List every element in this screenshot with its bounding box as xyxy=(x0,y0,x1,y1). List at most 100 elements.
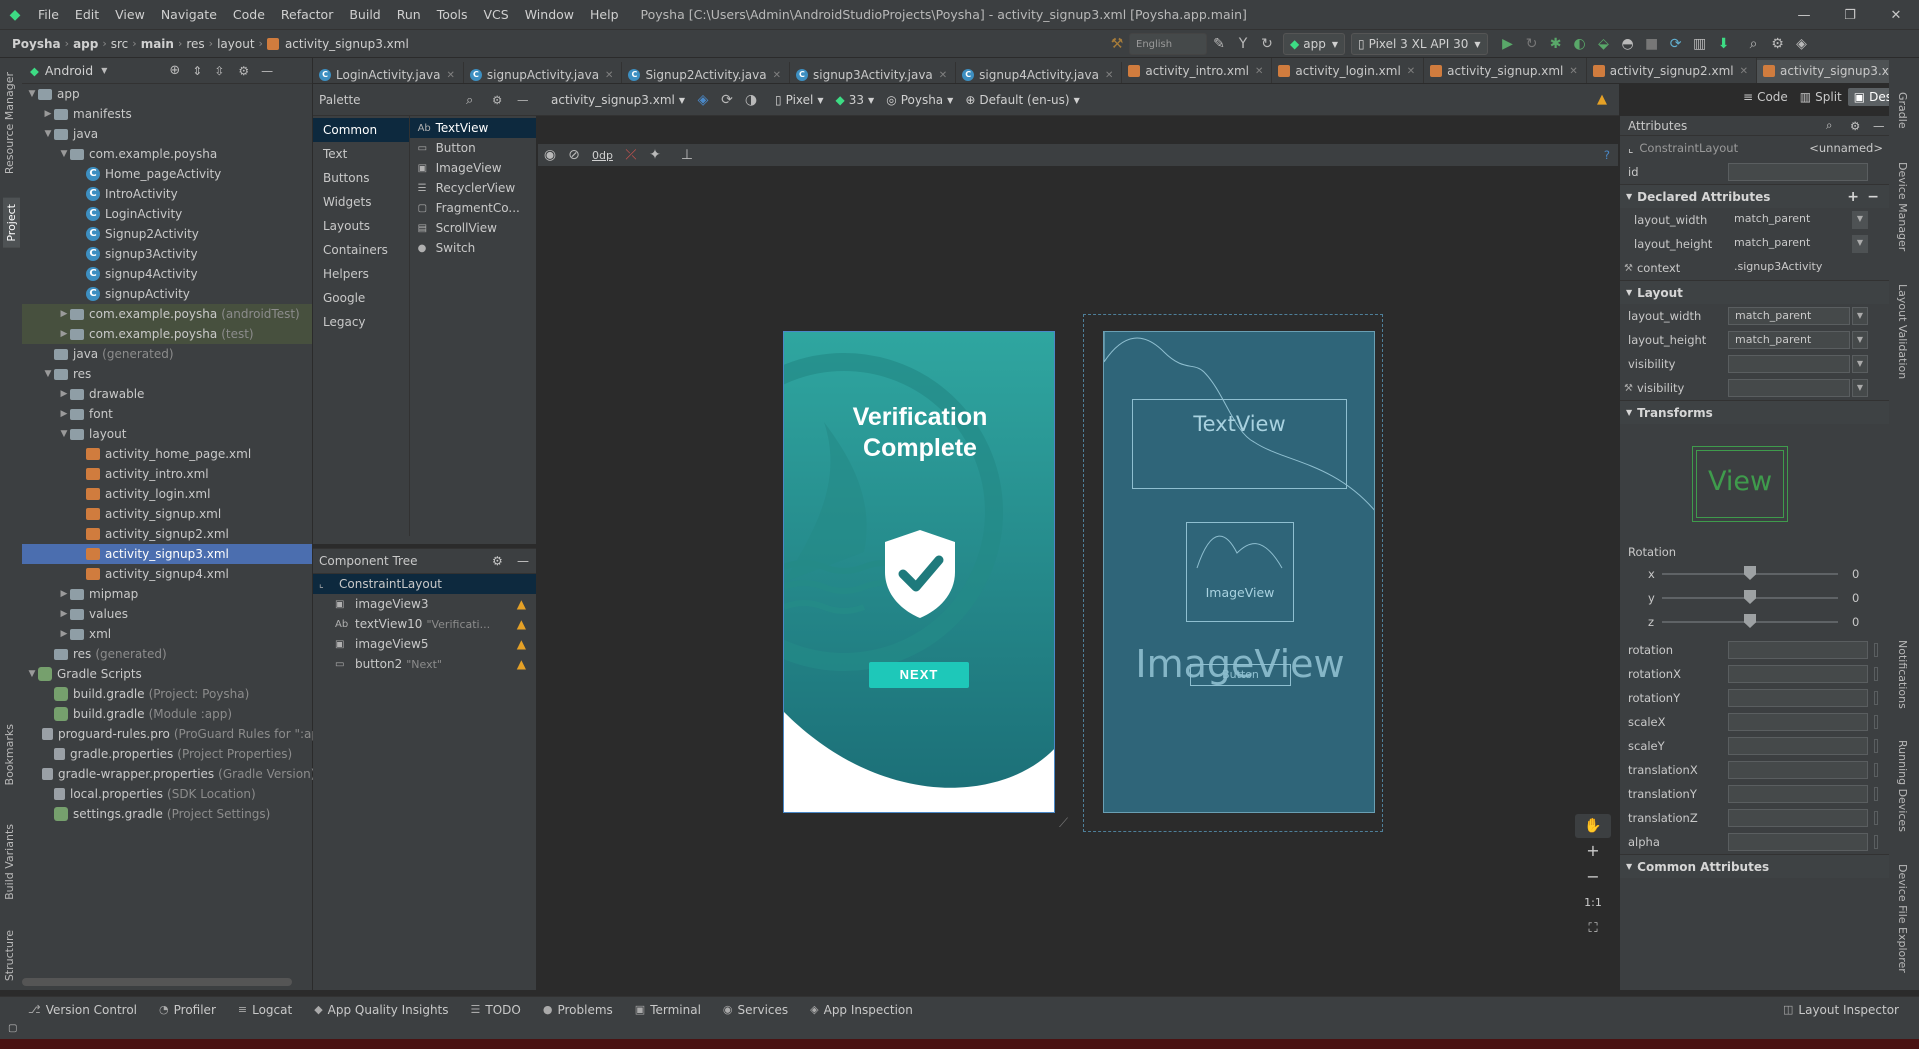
hide-icon[interactable]: — xyxy=(517,554,529,568)
project-tree-item[interactable]: activity_home_page.xml xyxy=(22,444,312,464)
bottom-tool-services[interactable]: ◉ Services xyxy=(723,1003,788,1017)
declared-attributes-section[interactable]: ▼ Declared Attributes + − xyxy=(1620,184,1889,208)
blueprint-imageview-small[interactable]: ImageView xyxy=(1186,522,1294,622)
breadcrumb-item[interactable]: app xyxy=(69,37,102,51)
bottom-tool-profiler[interactable]: ◔ Profiler xyxy=(159,1003,216,1017)
chevron-right-icon[interactable]: ▶ xyxy=(58,409,70,419)
hide-icon[interactable]: — xyxy=(517,93,529,107)
api-selector[interactable]: ◆ 33 ▼ xyxy=(830,89,881,111)
property-value-field[interactable] xyxy=(1728,761,1868,779)
project-tree-item[interactable]: Csignup3Activity xyxy=(22,244,312,264)
pan-hand-icon[interactable]: ✋ xyxy=(1575,814,1611,838)
language-selector[interactable]: English xyxy=(1129,33,1207,55)
blueprint-textview[interactable]: TextView xyxy=(1132,399,1347,489)
component-tree-item[interactable]: ▭ button2 "Next" ▲ xyxy=(313,654,536,674)
close-icon[interactable]: ✕ xyxy=(939,70,947,81)
chevron-down-icon[interactable]: ▼ xyxy=(101,66,107,75)
editor-tab[interactable]: Csignup4Activity.java ✕ xyxy=(956,62,1123,83)
palette-item[interactable]: ● Switch xyxy=(410,238,536,258)
menu-tools[interactable]: Tools xyxy=(429,7,476,22)
run-config-selector[interactable]: ◆ app ▼ xyxy=(1283,33,1345,55)
property-value-field[interactable] xyxy=(1728,833,1868,851)
gear-icon[interactable]: ⚙ xyxy=(238,64,249,78)
search-icon[interactable]: ⌕ xyxy=(1826,118,1832,133)
project-tree-item[interactable]: ▶ mipmap xyxy=(22,584,312,604)
chevron-down-icon[interactable]: ▼ xyxy=(42,369,54,379)
breadcrumb-item[interactable]: main xyxy=(137,37,178,51)
theme-selector[interactable]: ◎ Poysha ▼ xyxy=(880,89,959,111)
zoom-actual-button[interactable]: 1:1 xyxy=(1575,890,1611,916)
default-margin-field[interactable]: 0dp xyxy=(586,146,619,164)
project-tree-item[interactable]: ▼ res xyxy=(22,364,312,384)
resize-handle[interactable]: ⟋ xyxy=(1059,816,1068,831)
editor-tab[interactable]: activity_intro.xml ✕ xyxy=(1122,58,1273,83)
warning-icon[interactable]: ▲ xyxy=(517,617,526,631)
close-icon[interactable]: ✕ xyxy=(447,70,455,81)
close-icon[interactable]: ✕ xyxy=(1740,66,1748,77)
breadcrumb-item[interactable]: src xyxy=(107,37,133,51)
search-icon[interactable]: ⌕ xyxy=(466,93,473,108)
project-tab[interactable]: Project xyxy=(3,198,20,248)
palette-category[interactable]: Containers xyxy=(313,238,409,262)
slider-thumb[interactable] xyxy=(1744,566,1756,580)
zoom-out-button[interactable]: − xyxy=(1575,864,1611,890)
id-field[interactable] xyxy=(1728,163,1868,181)
chevron-down-icon[interactable]: ▼ xyxy=(1852,331,1868,349)
editor-tab[interactable]: activity_signup2.xml ✕ xyxy=(1587,58,1757,83)
property-value-field[interactable] xyxy=(1728,785,1868,803)
chevron-down-icon[interactable]: ▼ xyxy=(1852,307,1868,325)
device-manager-icon[interactable]: ▥ xyxy=(1688,33,1712,55)
close-icon[interactable]: ✕ xyxy=(605,70,613,81)
breadcrumb-item[interactable]: Poysha xyxy=(8,37,65,51)
palette-item[interactable]: ☰ RecyclerView xyxy=(410,178,536,198)
palette-item[interactable]: ▤ ScrollView xyxy=(410,218,536,238)
editor-tab[interactable]: C LoginActivity.java ✕ xyxy=(313,62,464,83)
layout-section[interactable]: ▼ Layout xyxy=(1620,280,1889,304)
chevron-right-icon[interactable]: ▶ xyxy=(58,629,70,639)
blueprint-view[interactable]: TextView ImageView ImageView Button xyxy=(1103,331,1375,813)
code-mode-button[interactable]: ≡ Code xyxy=(1737,90,1794,104)
property-link-icon[interactable] xyxy=(1874,787,1878,801)
update-icon[interactable]: ◈ xyxy=(1790,33,1814,55)
close-icon[interactable]: ✕ xyxy=(1255,66,1263,77)
project-tree-item[interactable]: CsignupActivity xyxy=(22,284,312,304)
gear-icon[interactable]: ⚙ xyxy=(492,93,502,107)
warning-icon[interactable]: ▲ xyxy=(517,637,526,651)
project-tree-item[interactable]: ▶ com.example.poysha (test) xyxy=(22,324,312,344)
chevron-down-icon[interactable]: ▼ xyxy=(26,89,38,99)
attribute-value-field[interactable] xyxy=(1728,355,1850,373)
layout-validation-tab[interactable]: Layout Validation xyxy=(1896,278,1909,385)
breadcrumb-item[interactable]: activity_signup3.xml xyxy=(281,37,413,51)
y-glyph-icon[interactable]: Y xyxy=(1231,33,1255,55)
project-tree-item[interactable]: ▼ layout xyxy=(22,424,312,444)
warning-icon[interactable]: ▲ xyxy=(517,657,526,671)
menu-run[interactable]: Run xyxy=(389,7,429,22)
refresh-icon[interactable]: ↻ xyxy=(1255,33,1279,55)
attribute-value-field[interactable] xyxy=(1728,379,1850,397)
running-devices-tab[interactable]: Running Devices xyxy=(1896,734,1909,838)
component-tree-item[interactable]: Ab textView10 "Verificati... ▲ xyxy=(313,614,536,634)
property-link-icon[interactable] xyxy=(1874,667,1878,681)
menu-edit[interactable]: Edit xyxy=(67,7,107,22)
palette-category[interactable]: Buttons xyxy=(313,166,409,190)
project-tree-item[interactable]: C Home_pageActivity xyxy=(22,164,312,184)
clear-constraints-icon[interactable]: ⤫ xyxy=(619,144,643,166)
attribute-value-field[interactable]: match_parent xyxy=(1728,331,1850,349)
device-manager-tab[interactable]: Device Manager xyxy=(1896,156,1909,257)
property-link-icon[interactable] xyxy=(1874,643,1878,657)
palette-item[interactable]: Ab TextView xyxy=(409,118,536,138)
close-window-button[interactable]: ✕ xyxy=(1873,8,1919,23)
palette-category[interactable]: Layouts xyxy=(313,214,409,238)
project-tree-item[interactable]: gradle.properties (Project Properties) xyxy=(22,744,312,764)
project-tree-item[interactable]: C Signup2Activity xyxy=(22,224,312,244)
palette-item[interactable]: ▣ ImageView xyxy=(410,158,536,178)
bottom-tool-logcat[interactable]: ≡ Logcat xyxy=(238,1003,292,1017)
chevron-down-icon[interactable]: ▼ xyxy=(42,129,54,139)
profile-icon[interactable]: ◐ xyxy=(1568,33,1592,55)
menu-window[interactable]: Window xyxy=(517,7,582,22)
bottom-tool-app-quality-insights[interactable]: ◆ App Quality Insights xyxy=(314,1003,448,1017)
project-view-selector[interactable]: Android xyxy=(45,63,93,78)
project-tree-item[interactable]: proguard-rules.pro (ProGuard Rules for ":… xyxy=(22,724,319,744)
chevron-right-icon[interactable]: ▶ xyxy=(58,609,70,619)
split-mode-button[interactable]: ▥ Split xyxy=(1794,90,1848,104)
